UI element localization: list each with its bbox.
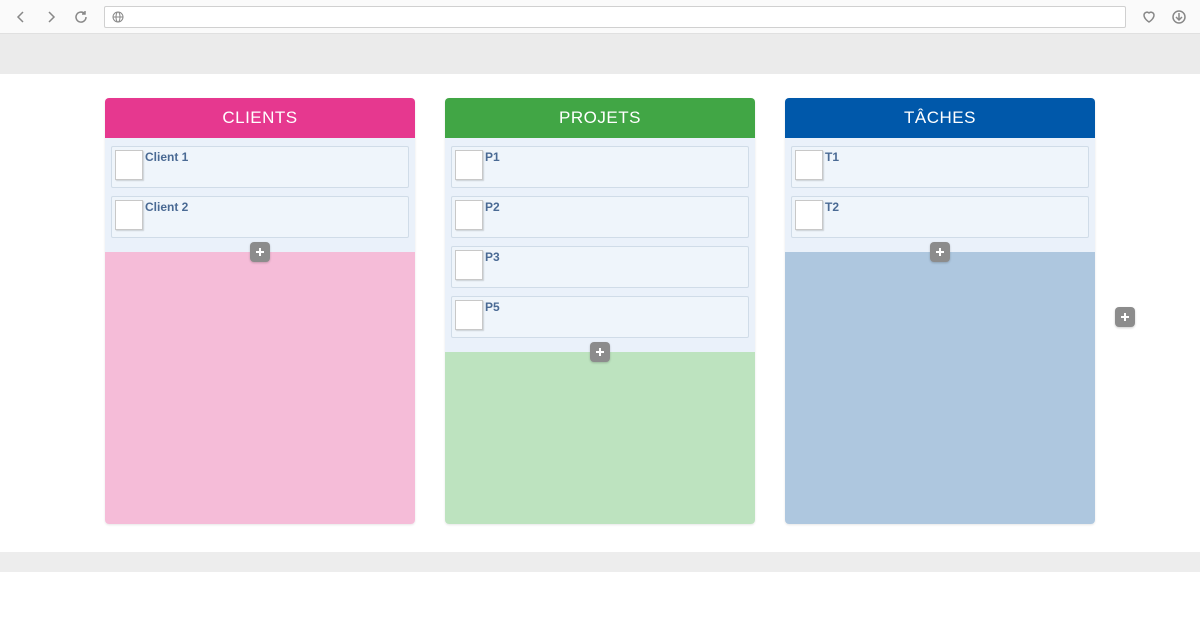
column-header-taches: TÂCHES bbox=[785, 98, 1095, 138]
list-item[interactable]: Client 2 bbox=[111, 196, 409, 238]
item-thumb-icon bbox=[455, 300, 483, 330]
item-label: P5 bbox=[485, 300, 500, 314]
column-items-projets: P1 P2 P3 P5 bbox=[445, 138, 755, 352]
list-item[interactable]: P1 bbox=[451, 146, 749, 188]
item-label: P3 bbox=[485, 250, 500, 264]
add-item-button[interactable] bbox=[930, 242, 950, 262]
column-taches: TÂCHES T1 T2 bbox=[785, 98, 1095, 524]
item-thumb-icon bbox=[115, 150, 143, 180]
column-clients: CLIENTS Client 1 Client 2 bbox=[105, 98, 415, 524]
bottom-bar bbox=[0, 552, 1200, 572]
item-label: T1 bbox=[825, 150, 839, 164]
column-items-taches: T1 T2 bbox=[785, 138, 1095, 252]
item-thumb-icon bbox=[455, 250, 483, 280]
favorite-button[interactable] bbox=[1138, 6, 1160, 28]
column-header-clients: CLIENTS bbox=[105, 98, 415, 138]
back-button[interactable] bbox=[10, 6, 32, 28]
list-item[interactable]: T2 bbox=[791, 196, 1089, 238]
browser-toolbar bbox=[0, 0, 1200, 34]
item-label: Client 1 bbox=[145, 150, 188, 164]
item-thumb-icon bbox=[795, 200, 823, 230]
reload-button[interactable] bbox=[70, 6, 92, 28]
item-thumb-icon bbox=[795, 150, 823, 180]
list-item[interactable]: P3 bbox=[451, 246, 749, 288]
list-item[interactable]: P2 bbox=[451, 196, 749, 238]
board: CLIENTS Client 1 Client 2 PROJETS bbox=[0, 74, 1200, 524]
column-projets: PROJETS P1 P2 P3 P5 bbox=[445, 98, 755, 524]
column-body-clients bbox=[105, 252, 415, 524]
globe-icon bbox=[111, 10, 125, 24]
item-thumb-icon bbox=[455, 200, 483, 230]
add-item-button[interactable] bbox=[250, 242, 270, 262]
url-input[interactable] bbox=[131, 7, 1119, 27]
forward-button[interactable] bbox=[40, 6, 62, 28]
item-label: Client 2 bbox=[145, 200, 188, 214]
column-items-clients: Client 1 Client 2 bbox=[105, 138, 415, 252]
item-label: P1 bbox=[485, 150, 500, 164]
list-item[interactable]: T1 bbox=[791, 146, 1089, 188]
list-item[interactable]: P5 bbox=[451, 296, 749, 338]
item-label: T2 bbox=[825, 200, 839, 214]
add-column-button[interactable] bbox=[1115, 307, 1135, 327]
item-thumb-icon bbox=[115, 200, 143, 230]
item-label: P2 bbox=[485, 200, 500, 214]
address-bar[interactable] bbox=[104, 6, 1126, 28]
column-header-projets: PROJETS bbox=[445, 98, 755, 138]
column-body-taches bbox=[785, 252, 1095, 524]
download-button[interactable] bbox=[1168, 6, 1190, 28]
item-thumb-icon bbox=[455, 150, 483, 180]
add-item-button[interactable] bbox=[590, 342, 610, 362]
columns-container: CLIENTS Client 1 Client 2 PROJETS bbox=[105, 98, 1095, 524]
list-item[interactable]: Client 1 bbox=[111, 146, 409, 188]
sub-toolbar bbox=[0, 34, 1200, 74]
column-body-projets bbox=[445, 352, 755, 524]
